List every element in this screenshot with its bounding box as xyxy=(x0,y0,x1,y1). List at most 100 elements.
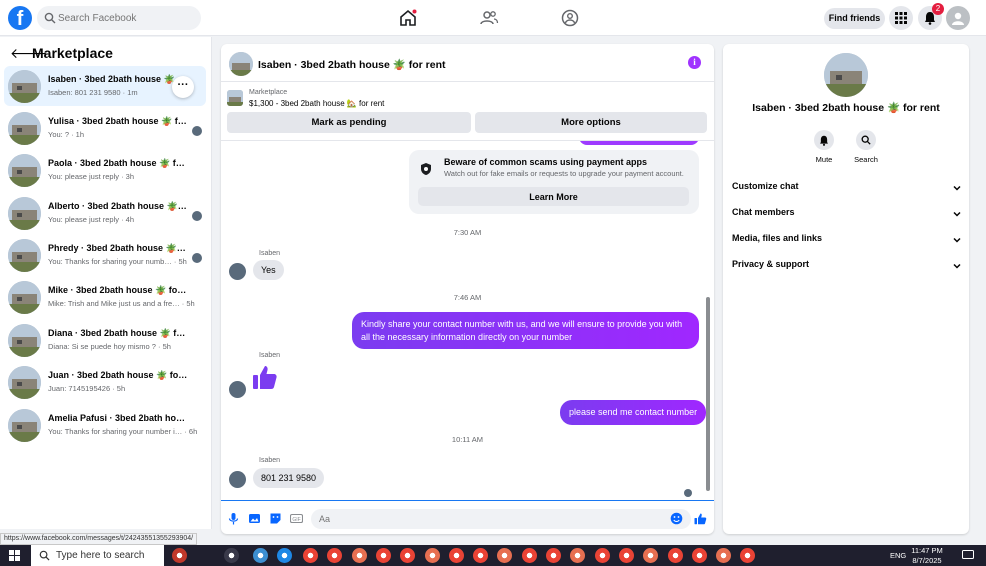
chat-list-item[interactable]: Isaben · 3bed 2bath house 🪴 f… Isaben: 80… xyxy=(4,66,206,106)
chrome-window-icon[interactable] xyxy=(303,548,318,563)
chrome-window-icon[interactable] xyxy=(594,548,610,563)
top-navigation-bar: f Find friends 2 xyxy=(0,0,986,36)
house-photo-icon xyxy=(8,154,41,187)
listing-label: Marketplace xyxy=(249,89,288,96)
chat-list-item[interactable]: Paola · 3bed 2bath house 🪴 for re… You: p… xyxy=(4,150,206,190)
chat-list-item[interactable]: Juan · 3bed 2bath house 🪴 for rent Juan: … xyxy=(4,362,206,402)
taskbar-search[interactable]: Type here to search xyxy=(31,545,164,566)
conversation-avatar[interactable] xyxy=(229,52,253,76)
groups-icon[interactable] xyxy=(560,8,580,28)
notification-center-icon[interactable] xyxy=(962,550,974,561)
chrome-window-icon[interactable] xyxy=(643,548,659,563)
details-section-row[interactable]: Media, files and links xyxy=(732,233,962,251)
facebook-logo[interactable]: f xyxy=(8,6,32,30)
chrome-window-icon[interactable] xyxy=(424,548,440,563)
mute-action[interactable]: Mute xyxy=(806,130,842,164)
chrome-window-icon[interactable] xyxy=(667,548,683,563)
search-label: Search xyxy=(854,155,878,164)
outgoing-message[interactable]: Kindly share your contact number with us… xyxy=(352,312,699,350)
chat-list-item[interactable]: Alberto · 3bed 2bath house 🪴 f… You: plea… xyxy=(4,193,206,233)
chrome-window-icon[interactable] xyxy=(521,548,537,563)
like-icon[interactable] xyxy=(694,512,707,525)
svg-text:GIF: GIF xyxy=(292,517,300,523)
message-input[interactable] xyxy=(311,509,691,529)
account-avatar[interactable] xyxy=(946,6,970,30)
scrollbar-thumb[interactable] xyxy=(706,297,710,491)
more-options-icon[interactable]: ··· xyxy=(172,76,194,98)
friends-icon[interactable] xyxy=(479,8,499,28)
chat-list-item[interactable]: Mike · 3bed 2bath house 🪴 for rent Mike: … xyxy=(4,277,206,317)
learn-more-button[interactable]: Learn More xyxy=(418,187,689,206)
chrome-window-icon[interactable] xyxy=(448,548,464,563)
scam-warning-card: Beware of common scams using payment app… xyxy=(409,150,699,214)
incoming-message[interactable]: Yes xyxy=(253,260,284,280)
conversation-title[interactable]: Isaben · 3bed 2bath house 🪴 for rent xyxy=(258,58,446,71)
photo-icon[interactable] xyxy=(248,512,261,525)
details-section-label: Chat members xyxy=(732,207,795,217)
search-box[interactable] xyxy=(37,6,201,30)
emoji-icon[interactable] xyxy=(670,512,683,525)
app-icon[interactable] xyxy=(253,548,268,563)
chat-preview: You: ? · 1h xyxy=(48,130,85,139)
listing-summary[interactable]: Marketplace $1,300 - 3bed 2bath house 🏡 … xyxy=(227,88,627,110)
chrome-window-icon[interactable] xyxy=(327,548,343,563)
gif-icon[interactable]: GIF xyxy=(290,512,303,525)
menu-button[interactable] xyxy=(889,6,913,30)
chevron-down-icon xyxy=(953,237,961,243)
details-avatar[interactable] xyxy=(824,53,868,97)
search-input[interactable] xyxy=(58,6,196,30)
details-section-row[interactable]: Chat members xyxy=(732,207,962,225)
profile-icon xyxy=(952,12,964,25)
chat-list-item[interactable]: Yulisa · 3bed 2bath house 🪴 for… You: ? ·… xyxy=(4,108,206,148)
chevron-down-icon xyxy=(953,263,961,269)
chrome-window-icon[interactable] xyxy=(740,548,756,563)
news-widget-icon[interactable] xyxy=(172,548,187,563)
taskbar-clock[interactable]: 11:47 PM 8/7/2025 xyxy=(902,546,952,566)
chrome-window-icon[interactable] xyxy=(716,548,732,563)
thumbs-up-icon[interactable] xyxy=(251,363,279,391)
chrome-window-icon[interactable] xyxy=(375,548,391,563)
incoming-message[interactable]: 801 231 9580 xyxy=(253,468,325,488)
search-action[interactable]: Search xyxy=(848,130,884,164)
chrome-window-icon[interactable] xyxy=(473,548,489,563)
message-thread: Beware of common scams using payment app… xyxy=(221,140,714,498)
shield-icon xyxy=(421,163,431,175)
mark-pending-button[interactable]: Mark as pending xyxy=(227,112,471,133)
edge-browser-icon[interactable] xyxy=(277,548,292,563)
windows-start-icon[interactable] xyxy=(9,550,20,561)
chrome-window-icon[interactable] xyxy=(570,548,586,563)
chrome-window-icon[interactable] xyxy=(691,548,707,563)
sender-name: Isaben xyxy=(259,250,281,257)
clock-date: 8/7/2025 xyxy=(912,556,942,565)
search-icon xyxy=(39,550,50,561)
details-section-row[interactable]: Privacy & support xyxy=(732,259,962,277)
details-section-row[interactable]: Customize chat xyxy=(732,181,962,199)
conversation-header: Isaben · 3bed 2bath house 🪴 for rent i xyxy=(221,44,714,82)
chat-name: Yulisa · 3bed 2bath house 🪴 for… xyxy=(48,116,188,126)
windows-taskbar: Type here to search ENG 11:47 PM 8/7/202… xyxy=(0,545,986,566)
chat-name: Juan · 3bed 2bath house 🪴 for rent xyxy=(48,370,188,380)
chat-list-item[interactable]: Amelia Pafusi · 3bed 2bath house … You: T… xyxy=(4,405,206,445)
chrome-window-icon[interactable] xyxy=(400,548,416,563)
outgoing-message[interactable]: please send me contact number xyxy=(560,400,707,425)
chat-list-item[interactable]: Phredy · 3bed 2bath house 🪴 f… You: Thank… xyxy=(4,235,206,275)
chat-name: Amelia Pafusi · 3bed 2bath house … xyxy=(48,413,188,423)
chrome-window-icon[interactable] xyxy=(351,548,367,563)
chat-list-item[interactable]: Diana · 3bed 2bath house 🪴 for r… Diana: … xyxy=(4,320,206,360)
chat-preview: Diana: Si se puede hoy mismo ? · 5h xyxy=(48,342,171,351)
search-icon xyxy=(861,135,871,145)
conversation-panel: Isaben · 3bed 2bath house 🪴 for rent i M… xyxy=(221,44,714,534)
chrome-window-icon[interactable] xyxy=(497,548,513,563)
microphone-icon[interactable] xyxy=(227,512,240,525)
back-arrow-icon[interactable]: 🡐 xyxy=(10,45,48,62)
sticker-icon[interactable] xyxy=(269,512,282,525)
info-icon[interactable]: i xyxy=(688,56,701,69)
chrome-window-icon[interactable] xyxy=(546,548,561,563)
more-options-button[interactable]: More options xyxy=(475,112,707,133)
find-friends-button[interactable]: Find friends xyxy=(824,8,885,29)
chrome-window-icon[interactable] xyxy=(618,548,634,563)
home-icon[interactable] xyxy=(398,8,418,28)
chevron-down-icon xyxy=(953,185,961,191)
task-view-icon[interactable] xyxy=(224,548,239,563)
clock-time: 11:47 PM xyxy=(911,546,943,555)
